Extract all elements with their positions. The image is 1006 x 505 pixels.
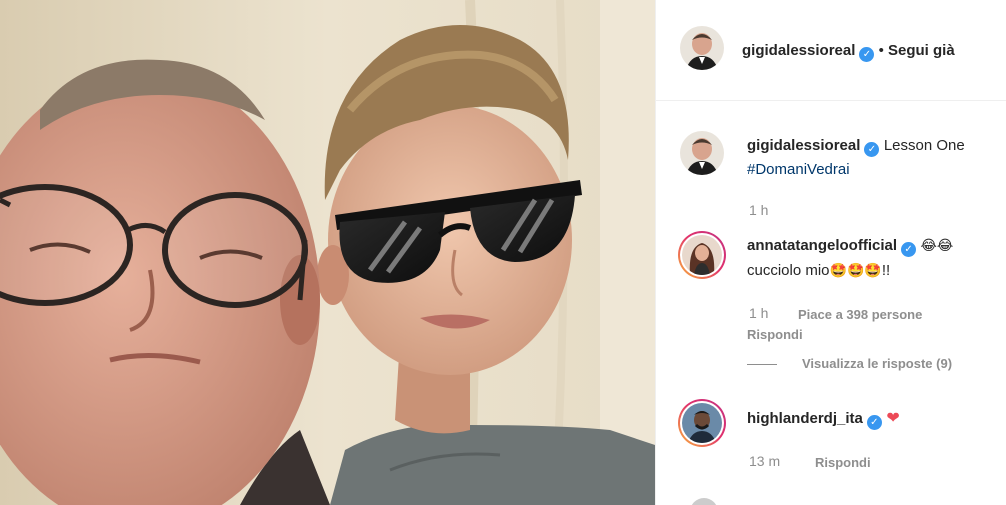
comment-avatar-ring[interactable] xyxy=(678,399,726,447)
reply-button[interactable]: Rispondi xyxy=(747,327,803,342)
post-side-panel: gigidalessioreal ✓ • Segui già gigidaless… xyxy=(655,0,1006,505)
header-separator: • xyxy=(878,42,884,59)
laughing-emoji-icon: 😂 xyxy=(920,237,937,253)
comment-text-content: cucciolo mio xyxy=(747,262,830,279)
caption-hashtag-link[interactable]: #DomaniVedrai xyxy=(747,161,850,178)
comment-likes-count[interactable]: Piace a 398 persone xyxy=(798,307,922,322)
caption-timestamp[interactable]: 1 h xyxy=(749,202,768,218)
caption-username[interactable]: gigidalessioreal xyxy=(747,137,860,154)
commenter-avatar xyxy=(682,235,722,275)
red-heart-icon: ❤ xyxy=(886,410,900,427)
following-status-button[interactable]: Segui già xyxy=(888,42,955,59)
view-replies-button[interactable]: Visualizza le risposte (9) xyxy=(802,356,952,371)
laughing-emoji-icon: 😂 xyxy=(936,237,954,253)
header-username[interactable]: gigidalessioreal xyxy=(742,42,855,59)
caption-line-1: gigidalessioreal ✓ Lesson One xyxy=(747,137,965,157)
star-struck-emoji-icon: 🤩 xyxy=(846,262,865,278)
commenter-avatar xyxy=(682,403,722,443)
post-header: gigidalessioreal ✓ • Segui già xyxy=(656,0,1006,101)
reply-button[interactable]: Rispondi xyxy=(815,455,871,470)
post-media-video[interactable] xyxy=(0,0,655,505)
caption-author-avatar[interactable] xyxy=(680,131,724,175)
comment-line-1: annatatangeloofficial ✓ 😂😂 xyxy=(747,237,953,257)
verified-badge-icon: ✓ xyxy=(901,242,917,257)
video-frame-illustration xyxy=(0,0,655,505)
comment-timestamp[interactable]: 1 h xyxy=(749,305,768,321)
comment-username[interactable]: highlanderdj_ita xyxy=(747,410,863,427)
caption-text: Lesson One xyxy=(883,137,965,154)
star-struck-emoji-icon: 🤩 xyxy=(864,262,882,278)
header-username-row: gigidalessioreal ✓ • Segui già xyxy=(742,42,955,62)
verified-badge-icon: ✓ xyxy=(866,415,882,430)
comment-timestamp[interactable]: 13 m xyxy=(749,453,780,469)
verified-badge-icon: ✓ xyxy=(864,142,880,157)
replies-divider xyxy=(747,364,777,365)
comment-text-suffix: !! xyxy=(881,262,891,279)
next-comment-avatar[interactable] xyxy=(690,498,718,505)
comment-text: cucciolo mio🤩🤩🤩!! xyxy=(747,262,890,279)
comment-avatar-ring[interactable] xyxy=(678,231,726,279)
comment-line-2: highlanderdj_ita ✓ ❤ xyxy=(747,408,900,430)
star-struck-emoji-icon: 🤩 xyxy=(829,262,847,278)
author-avatar[interactable] xyxy=(680,26,724,70)
verified-badge-icon: ✓ xyxy=(859,47,875,62)
comment-username[interactable]: annatatangeloofficial xyxy=(747,237,897,254)
